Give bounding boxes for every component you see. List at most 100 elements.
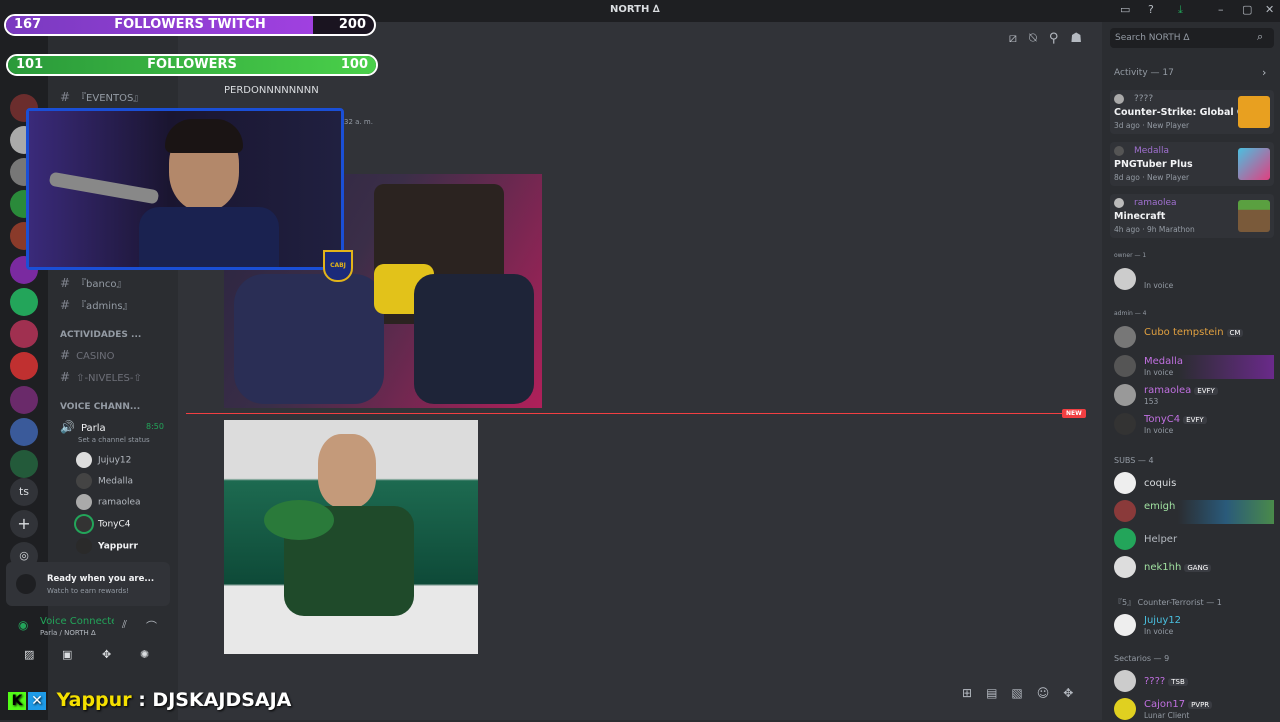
member-row[interactable]: coquis [1114,472,1274,496]
voice-user[interactable]: Yappurr [76,538,138,554]
member-row[interactable]: Medalla In voice [1114,355,1274,379]
new-badge: NEW [1062,409,1086,418]
server-icon[interactable] [10,352,38,380]
voice-channel-parla[interactable]: 🔊 Parla [60,420,106,434]
server-icon[interactable] [10,450,38,478]
server-icon[interactable] [10,320,38,348]
voice-user-name: ramaolea [98,497,141,508]
activity-card[interactable]: ???? Counter-Strike: Global Off... 3d ag… [1110,90,1274,134]
activities-icon[interactable]: ✥ [102,648,111,661]
voice-location[interactable]: Parla / NORTH ∆ [40,629,96,637]
activity-card[interactable]: Medalla PNGTuber Plus 8d ago · New Playe… [1110,142,1274,186]
voice-user[interactable]: ramaolea [76,494,141,510]
help-icon[interactable]: ? [1148,3,1154,16]
inbox-icon[interactable]: ▭ [1120,3,1130,16]
category-actividades[interactable]: ACTIVIDADES ... [60,330,141,340]
speaker-icon: 🔊 [60,420,75,434]
bar-label: FOLLOWERS [147,57,237,72]
close-icon[interactable]: ✕ [1265,3,1274,16]
member-name: nek1hh GANG [1144,562,1212,573]
activity-card[interactable]: ramaolea Minecraft 4h ago · 9h Marathon [1110,194,1274,238]
member-sidebar: Activity — 17 › ???? Counter-Strike: Glo… [1102,56,1280,720]
voice-status: Voice Connected [40,616,114,627]
avatar [1114,355,1136,377]
screen-share-icon[interactable]: ▣ [62,648,72,661]
channel-niveles[interactable]: # ⇧-NIVELES-⇧ [60,370,142,384]
channel-casino[interactable]: # CASINO [60,348,115,362]
role-header: Sectarios — 9 [1114,654,1170,663]
minimize-icon[interactable]: – [1218,3,1224,16]
channel-eventos[interactable]: # 『EVENTOS』 [60,89,143,104]
pin-icon[interactable]: ⚲ [1049,31,1071,46]
activity-meta: 3d ago · New Player [1114,121,1190,130]
channel-banco[interactable]: # 『banco』 [60,275,127,290]
threads-icon[interactable]: ⧄ [1009,31,1029,46]
add-server-icon[interactable]: + [10,510,38,538]
voice-user[interactable]: Medalla [76,473,133,489]
input-actions: ⊞▤▧☺✥ [962,686,1087,700]
download-icon[interactable]: ⤓ [1178,3,1183,17]
member-row[interactable]: nek1hh GANG [1114,556,1274,580]
soundboard-icon[interactable]: ✺ [140,648,149,661]
server-ts[interactable]: ts [10,478,38,506]
followers-bar: 101 FOLLOWERS 100 [6,54,378,76]
dark-jacket [414,274,534,404]
role-header: SUBS — 4 [1114,456,1154,465]
member-name: Cubo tempstein CM [1144,327,1244,338]
member-name-text: ramaolea [1144,385,1192,396]
avatar [76,494,92,510]
voice-user[interactable]: TonyC4 [76,516,131,532]
member-tag: CM [1226,329,1244,337]
chat-toolbar: ⧄⍉⚲☗ [1009,31,1094,46]
popup-title: Ready when you are... [47,574,155,584]
avatar [1114,384,1136,406]
member-row[interactable]: Helper [1114,528,1274,552]
member-name: emigh [1144,501,1176,512]
rewards-popup[interactable]: Ready when you are... Watch to earn rewa… [6,562,170,606]
maximize-icon[interactable]: ▢ [1242,3,1252,16]
server-icon[interactable] [10,288,38,316]
emoji-icon[interactable]: ☺ [1037,686,1064,700]
members-icon[interactable]: ☗ [1070,31,1094,46]
ticker-message: DJSKAJDSAJA [152,689,292,711]
member-row[interactable]: In voice [1114,268,1274,292]
disconnect-icon[interactable]: ⌒ [146,618,157,634]
chevron-right-icon[interactable]: › [1262,66,1266,79]
server-icon[interactable] [10,386,38,414]
search-icon[interactable]: ⌕ [1257,30,1263,44]
role-header: 『5』 Counter-Terrorist — 1 [1114,598,1222,607]
server-icon[interactable] [10,418,38,446]
member-row[interactable]: ramaolea EVFY 153 [1114,384,1274,408]
member-name: ???? TSB [1144,676,1188,687]
signal-icon: ◉ [18,618,29,632]
image-attachment[interactable] [224,420,478,654]
gif-icon[interactable]: ▤ [986,686,1011,700]
noise-icon[interactable]: ⫽ [122,618,127,632]
message-text: PERDONNNNNNNN [224,85,319,96]
avatar [1114,198,1124,208]
sticker-icon[interactable]: ▧ [1011,686,1036,700]
activity-meta: 4h ago · 9h Marathon [1114,225,1195,234]
channel-label: 『banco』 [76,279,127,290]
avatar [1114,413,1136,435]
member-row[interactable]: TonyC4 EVFY In voice [1114,413,1274,437]
member-row[interactable]: ???? TSB [1114,670,1274,694]
member-row[interactable]: Cajon17 PVPR Lunar Client [1114,698,1274,722]
channel-admins[interactable]: # 『admins』 [60,297,133,312]
voice-user-name: TonyC4 [98,519,131,530]
camera-off-icon[interactable]: ▨ [24,648,34,661]
category-voice[interactable]: VOICE CHANN... [60,402,140,412]
search-input[interactable]: Search NORTH ∆ [1110,28,1274,48]
voice-user[interactable]: Jujuy12 [76,452,131,468]
channel-status[interactable]: Set a channel status [78,436,150,444]
gift-icon[interactable]: ⊞ [962,686,986,700]
apps-icon[interactable]: ✥ [1063,686,1087,700]
member-row[interactable]: emigh [1114,500,1274,524]
activity-header[interactable]: Activity — 17 [1114,68,1174,78]
mute-icon[interactable]: ⍉ [1029,31,1049,46]
member-row[interactable]: Jujuy12 In voice [1114,614,1274,638]
bar-goal: 100 [340,57,368,72]
member-status: In voice [1144,426,1174,435]
activity-user: ramaolea [1134,198,1177,208]
member-row[interactable]: Cubo tempstein CM [1114,326,1274,350]
